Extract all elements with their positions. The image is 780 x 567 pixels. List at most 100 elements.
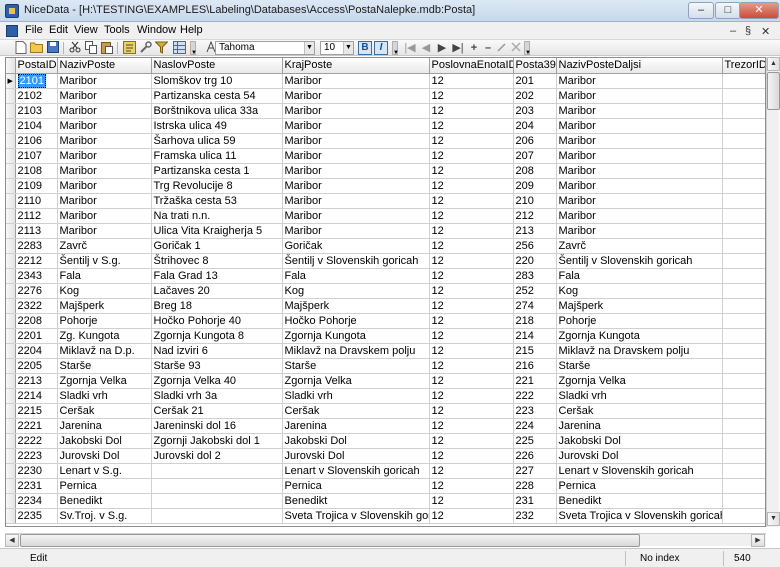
cell-krajposte[interactable]: Zgornja Velka — [282, 373, 430, 389]
cell-nazivposte[interactable]: Lenart v S.g. — [57, 463, 152, 479]
column-header-krajposte[interactable]: KrajPoste — [282, 58, 430, 74]
cell-naslovposte[interactable] — [151, 463, 283, 479]
table-row[interactable]: 2322 Majšperk Breg 18 Majšperk 12 274 Majšperk — [6, 298, 765, 314]
row-indicator[interactable] — [6, 133, 16, 149]
mdi-close-button[interactable]: ✕ — [761, 25, 770, 38]
cell-naslovposte[interactable] — [151, 493, 283, 509]
cell-poslovnaenotaid[interactable]: 12 — [429, 478, 514, 494]
cell-trezorid[interactable] — [722, 298, 765, 314]
menu-file[interactable]: File — [25, 24, 43, 36]
cell-naslovposte[interactable]: Nad izviri 6 — [151, 343, 283, 359]
cell-posta39[interactable]: 206 — [513, 133, 557, 149]
cell-nazivposte[interactable]: Majšperk — [57, 298, 152, 314]
cell-trezorid[interactable] — [722, 268, 765, 284]
cell-trezorid[interactable] — [722, 148, 765, 164]
table-row[interactable]: 2214 Sladki vrh Sladki vrh 3a Sladki vrh 12 2… — [6, 388, 765, 404]
cell-naslovposte[interactable]: Jareninski dol 16 — [151, 418, 283, 434]
cell-nazivposte[interactable]: Maribor — [57, 133, 152, 149]
cell-postaid[interactable]: 2276 — [15, 283, 58, 299]
cell-trezorid[interactable] — [722, 478, 765, 494]
cell-poslovnaenotaid[interactable]: 12 — [429, 418, 514, 434]
cell-krajposte[interactable]: Maribor — [282, 163, 430, 179]
cell-nazivpostedaljsi[interactable]: Jarenina — [556, 418, 723, 434]
table-row[interactable]: 2204 Miklavž na D.p. Nad izviri 6 Miklavž n… — [6, 343, 765, 359]
cell-posta39[interactable]: 216 — [513, 358, 557, 374]
cell-postaid[interactable]: 2113 — [15, 223, 58, 239]
cell-postaid[interactable]: 2104 — [15, 118, 58, 134]
cell-trezorid[interactable] — [722, 178, 765, 194]
table-row[interactable]: 2212 Šentilj v S.g. Štrihovec 8 Šentilj v S… — [6, 253, 765, 269]
cell-poslovnaenotaid[interactable]: 12 — [429, 313, 514, 329]
cell-krajposte[interactable]: Maribor — [282, 118, 430, 134]
cell-posta39[interactable]: 220 — [513, 253, 557, 269]
cell-posta39[interactable]: 227 — [513, 463, 557, 479]
cell-naslovposte[interactable]: Zgornja Velka 40 — [151, 373, 283, 389]
cell-naslovposte[interactable]: Tržaška cesta 53 — [151, 193, 283, 209]
nav-last-record-button[interactable]: ▶| — [451, 41, 465, 55]
cell-posta39[interactable]: 208 — [513, 163, 557, 179]
table-row[interactable]: 2283 Zavrč Goričak 1 Goričak 12 256 Zavrč — [6, 238, 765, 254]
toolbar-overflow-chevron-icon[interactable]: ▼ — [392, 41, 399, 56]
row-indicator[interactable] — [6, 388, 16, 404]
row-indicator[interactable] — [6, 373, 16, 389]
italic-toggle-button[interactable]: I — [374, 41, 388, 55]
table-row[interactable]: 2223 Jurovski Dol Jurovski dol 2 Jurovski D… — [6, 448, 765, 464]
cell-nazivpostedaljsi[interactable]: Maribor — [556, 223, 723, 239]
cell-krajposte[interactable]: Maribor — [282, 88, 430, 104]
cell-poslovnaenotaid[interactable]: 12 — [429, 208, 514, 224]
cell-naslovposte[interactable]: Zgornja Kungota 8 — [151, 328, 283, 344]
cell-postaid[interactable]: 2222 — [15, 433, 58, 449]
nav-next-record-button[interactable]: ▶ — [435, 41, 449, 55]
new-file-icon[interactable] — [14, 41, 28, 55]
cell-postaid[interactable]: 2204 — [15, 343, 58, 359]
cell-nazivpostedaljsi[interactable]: Zgornja Kungota — [556, 328, 723, 344]
cell-nazivpostedaljsi[interactable]: Maribor — [556, 148, 723, 164]
save-icon[interactable] — [46, 41, 60, 55]
cell-krajposte[interactable]: Ceršak — [282, 403, 430, 419]
table-row[interactable]: 2201 Zg. Kungota Zgornja Kungota 8 Zgornja … — [6, 328, 765, 344]
mdi-minimize-button[interactable]: – — [730, 25, 736, 37]
nav-edit-record-icon[interactable] — [495, 41, 509, 55]
row-indicator[interactable] — [6, 238, 16, 254]
cell-posta39[interactable]: 226 — [513, 448, 557, 464]
row-indicator[interactable] — [6, 178, 16, 194]
cell-posta39[interactable]: 222 — [513, 388, 557, 404]
cell-nazivpostedaljsi[interactable]: Kog — [556, 283, 723, 299]
cell-trezorid[interactable] — [722, 403, 765, 419]
row-indicator[interactable] — [6, 163, 16, 179]
cell-nazivposte[interactable]: Maribor — [57, 208, 152, 224]
vertical-scroll-thumb[interactable] — [767, 72, 780, 110]
nav-prev-record-button[interactable]: ◀ — [419, 41, 433, 55]
cell-krajposte[interactable]: Jakobski Dol — [282, 433, 430, 449]
cell-nazivposte[interactable]: Maribor — [57, 73, 152, 89]
cell-naslovposte[interactable]: Starše 93 — [151, 358, 283, 374]
cell-nazivpostedaljsi[interactable]: Maribor — [556, 208, 723, 224]
table-row[interactable]: 2109 Maribor Trg Revolucije 8 Maribor 12 209 M… — [6, 178, 765, 194]
cell-nazivpostedaljsi[interactable]: Zavrč — [556, 238, 723, 254]
cell-krajposte[interactable]: Starše — [282, 358, 430, 374]
cell-postaid[interactable]: 2106 — [15, 133, 58, 149]
cell-postaid[interactable]: 2223 — [15, 448, 58, 464]
chevron-down-icon[interactable]: ▼ — [304, 42, 314, 54]
minimize-button[interactable]: – — [688, 2, 714, 19]
table-row[interactable]: 2235 Sv.Troj. v S.g. Sveta Trojica v Slove… — [6, 508, 765, 524]
maximize-button[interactable]: □ — [715, 2, 741, 19]
cell-nazivposte[interactable]: Maribor — [57, 163, 152, 179]
row-indicator[interactable] — [6, 418, 16, 434]
cell-naslovposte[interactable]: Borštnikova ulica 33a — [151, 103, 283, 119]
cell-trezorid[interactable] — [722, 343, 765, 359]
row-indicator[interactable] — [6, 88, 16, 104]
cell-naslovposte[interactable]: Štrihovec 8 — [151, 253, 283, 269]
cell-trezorid[interactable] — [722, 163, 765, 179]
row-indicator[interactable] — [6, 148, 16, 164]
row-indicator[interactable] — [6, 448, 16, 464]
cell-naslovposte[interactable]: Trg Revolucije 8 — [151, 178, 283, 194]
cell-trezorid[interactable] — [722, 238, 765, 254]
cell-krajposte[interactable]: Maribor — [282, 133, 430, 149]
cell-nazivposte[interactable]: Starše — [57, 358, 152, 374]
cell-posta39[interactable]: 274 — [513, 298, 557, 314]
table-row[interactable]: 2106 Maribor Šarhova ulica 59 Maribor 12 206 M… — [6, 133, 765, 149]
cell-trezorid[interactable] — [722, 223, 765, 239]
cell-poslovnaenotaid[interactable]: 12 — [429, 73, 514, 89]
cell-krajposte[interactable]: Sveta Trojica v Slovenskih goricah — [282, 508, 430, 524]
